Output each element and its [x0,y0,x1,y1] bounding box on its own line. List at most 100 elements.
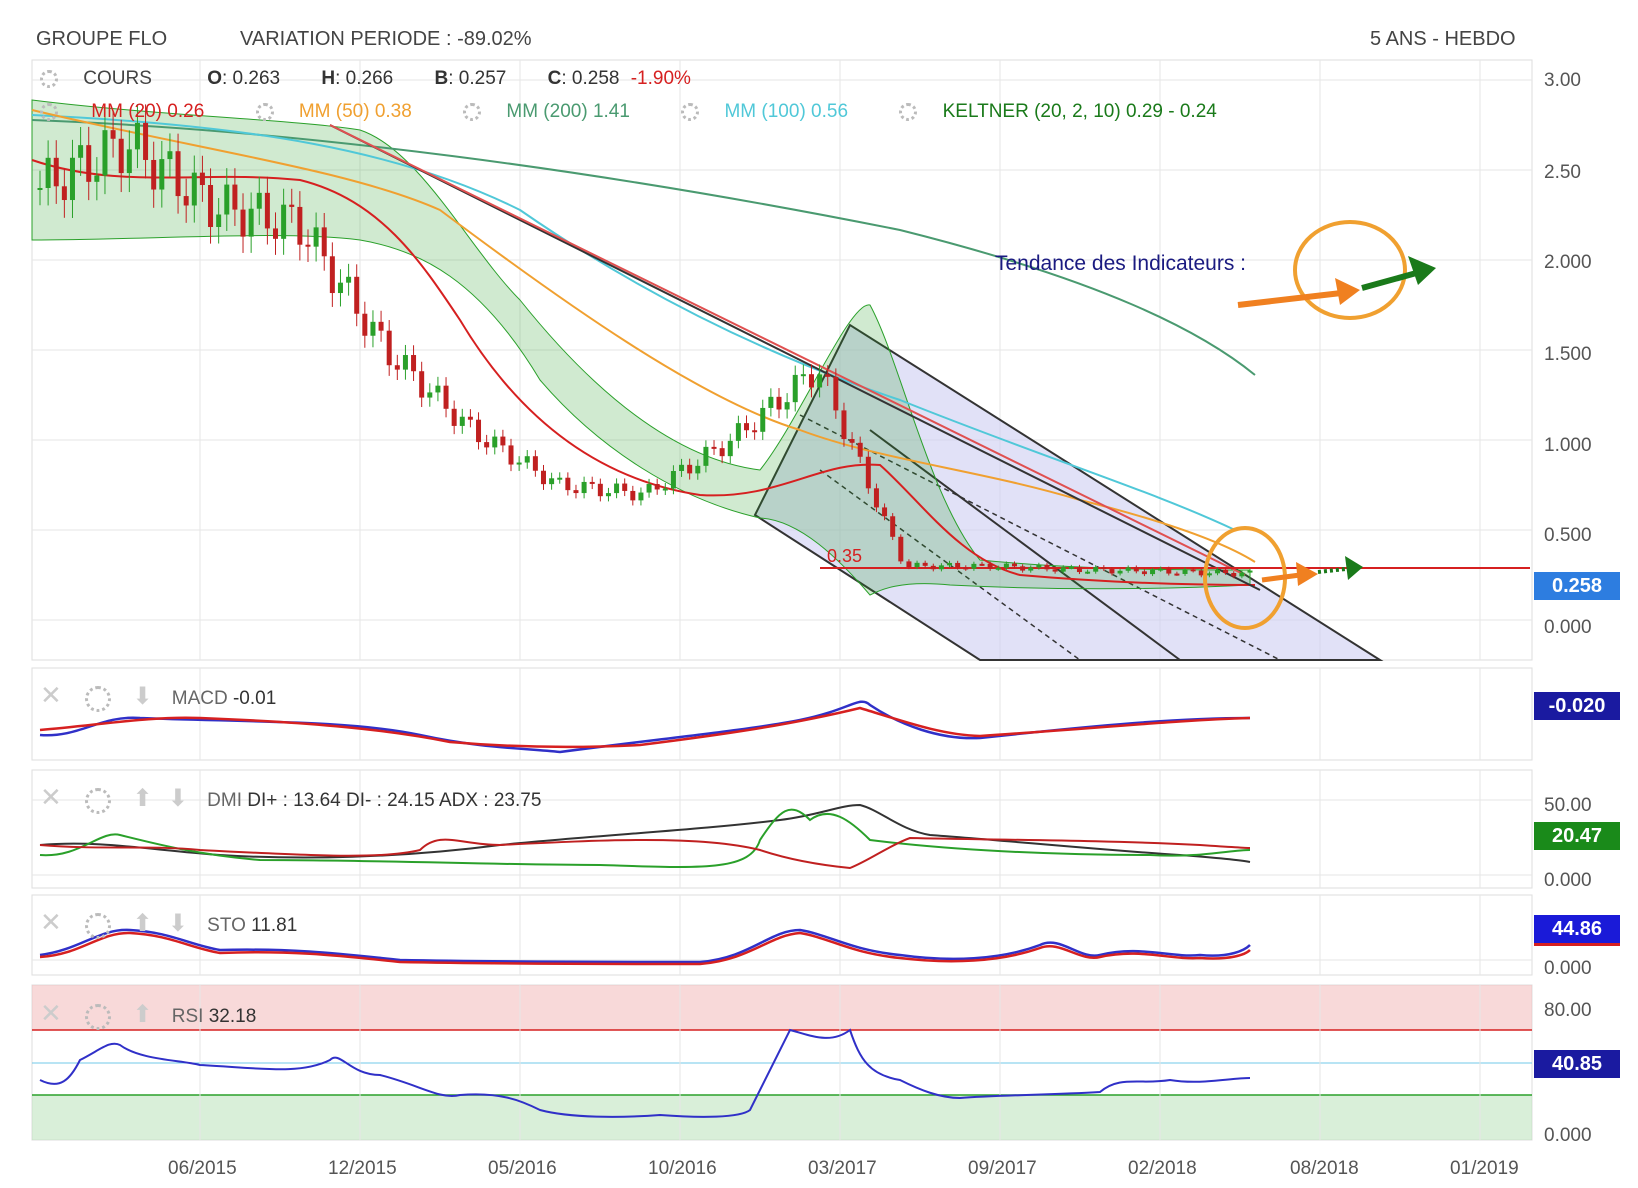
candle-body [1247,570,1253,573]
candle-body [313,227,319,247]
candle-body [1028,567,1034,571]
close-icon[interactable]: ✕ [40,907,62,937]
candle-body [703,446,709,466]
candle-body [882,507,888,517]
gear-icon[interactable] [40,69,58,88]
candle-body [94,175,100,182]
candle-body [524,456,530,463]
candle-body [906,561,912,567]
candle-body [1133,567,1139,572]
change-value: -1.90% [630,68,691,89]
y-tick: 2.50 [1544,162,1581,183]
dmi-legend: ✕ ⬆ ⬇ DMI DI+ : 13.64 DI- : 24.15 ADX : … [40,782,541,814]
price-badge: 0.258 [1534,572,1620,600]
candle-body [1182,569,1188,574]
mm100-label: MM (100) 0.56 [724,101,849,122]
x-tick: 01/2019 [1450,1158,1519,1179]
candle-body [1231,572,1237,577]
y-tick: 1.000 [1544,435,1592,456]
candle-body [419,371,425,398]
candle-body [86,145,92,182]
candle-body [955,562,961,568]
candle-body [329,256,335,294]
gear-icon[interactable] [40,102,58,121]
candle-body [451,408,457,426]
candle-body [232,184,238,210]
candle-body [53,157,59,187]
close-key: C [547,68,562,89]
rsi-legend: ✕ ⬆ RSI 32.18 [40,998,256,1030]
rsi-oversold-zone [32,1095,1532,1140]
candle-body [630,490,636,501]
candle-body [638,492,644,501]
candle-body [208,185,214,227]
candle-body [78,145,84,158]
candle-body [61,186,67,201]
price-legend-row1: COURS O: 0.263 H: 0.266 B: 0.257 C: 0.25… [40,68,697,90]
close-icon[interactable]: ✕ [40,782,62,812]
candle-body [289,204,295,207]
gear-icon[interactable] [681,102,700,121]
candle-body [492,436,498,448]
gear-icon[interactable] [899,102,918,121]
gear-icon[interactable] [85,912,112,939]
candle-body [386,330,392,366]
candle-body [1036,564,1042,568]
level-label: 0.35 [827,546,863,566]
candle-body [752,430,758,433]
candle-body [134,122,140,150]
high-value: : 0.266 [335,68,394,89]
macd-label: MACD [171,688,228,709]
close-icon[interactable]: ✕ [40,680,62,710]
arrow-down-icon[interactable]: ⬇ [132,683,152,710]
arrow-up-icon[interactable]: ⬆ [132,910,152,937]
candle-body [768,396,774,408]
arrow-down-icon[interactable]: ⬇ [168,910,188,937]
cours-label: COURS [83,68,152,89]
candle-body [183,196,189,206]
x-tick: 03/2017 [808,1158,877,1179]
close-icon[interactable]: ✕ [40,998,62,1028]
candle-body [735,423,741,441]
sto-label: STO [207,915,246,936]
candle-body [1003,563,1009,568]
candle-body [979,563,985,566]
arrow-up-icon[interactable]: ⬆ [132,1001,152,1028]
gear-icon[interactable] [85,787,112,814]
candle-body [167,151,173,160]
candle-body [224,184,230,215]
candle-body [69,157,75,201]
candle-body [581,481,587,494]
keltner-label: KELTNER (20, 2, 10) 0.29 - 0.24 [942,101,1217,122]
macd-value: -0.01 [232,688,277,709]
arrow-down-icon[interactable]: ⬇ [168,785,188,812]
candle-body [833,376,839,411]
gear-icon[interactable] [85,685,112,712]
arrow-up-icon[interactable]: ⬆ [132,785,152,812]
candle-body [573,490,579,494]
candle-body [719,448,725,457]
sto-y-tick: 0.000 [1544,958,1592,979]
candle-body [711,446,717,449]
candle-body [784,402,790,410]
gear-icon[interactable] [463,102,482,121]
gear-icon[interactable] [255,102,274,121]
candle-body [273,228,279,239]
rsi-y-tick: 80.00 [1544,1000,1592,1021]
rsi-badge: 40.85 [1534,1050,1620,1078]
candle-body [126,149,132,174]
candle-body [1060,567,1066,572]
candle-body [549,478,555,485]
trend-label: Tendance des Indicateurs : [995,252,1246,275]
rsi-value: 32.18 [208,1006,257,1027]
candle-body [995,567,1001,570]
candle-body [890,516,896,537]
candle-body [151,159,157,190]
candle-body [1068,566,1074,569]
candle-body [1093,567,1099,572]
candle-body [857,442,863,457]
gear-icon[interactable] [85,1003,112,1030]
x-tick: 06/2015 [168,1158,237,1179]
candle-body [1158,568,1164,571]
sto-badge: 44.86 [1534,915,1620,946]
